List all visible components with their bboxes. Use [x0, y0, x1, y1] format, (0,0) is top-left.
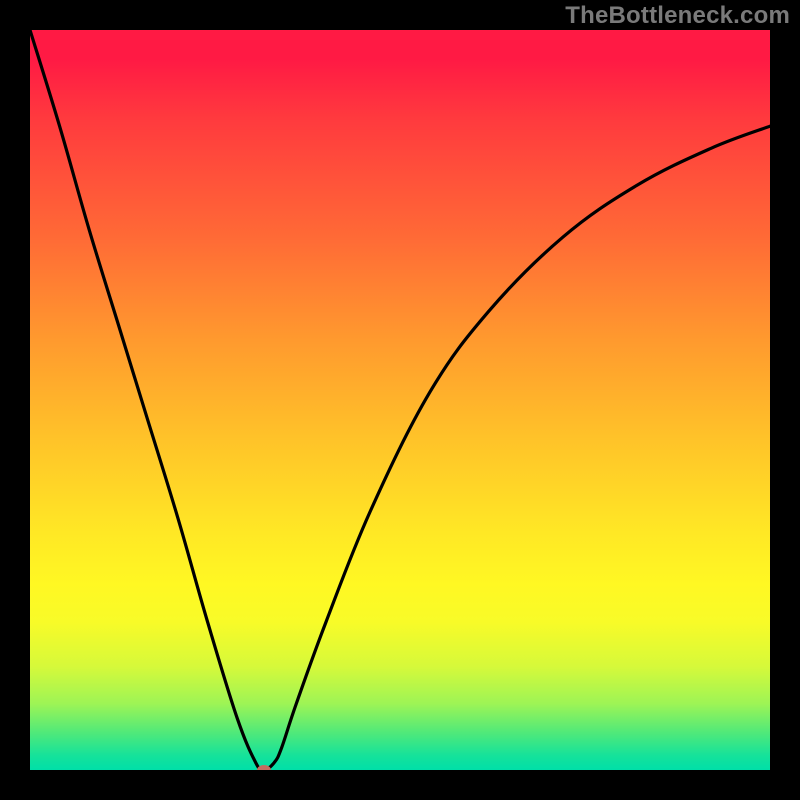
optimal-point-marker	[257, 765, 271, 770]
curve-svg	[30, 30, 770, 770]
plot-area	[30, 30, 770, 770]
chart-frame: TheBottleneck.com	[0, 0, 800, 800]
bottleneck-curve	[30, 30, 770, 770]
watermark-text: TheBottleneck.com	[565, 2, 790, 30]
